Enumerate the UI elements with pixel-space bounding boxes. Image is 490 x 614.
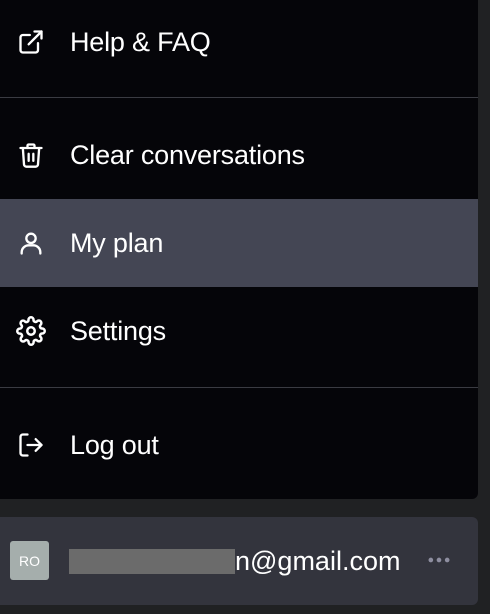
- menu-item-help-faq[interactable]: Help & FAQ: [0, 0, 478, 86]
- menu-item-label: Settings: [70, 315, 166, 346]
- more-horizontal-icon[interactable]: [424, 545, 454, 575]
- account-menu: Help & FAQ Clear conversations My plan S…: [0, 0, 478, 499]
- divider: [0, 97, 478, 98]
- menu-item-label: Clear conversations: [70, 139, 305, 170]
- email-suffix: n@gmail.com: [235, 545, 401, 576]
- menu-item-my-plan[interactable]: My plan: [0, 199, 478, 287]
- logout-icon: [16, 430, 46, 460]
- menu-item-label: Help & FAQ: [70, 26, 211, 57]
- menu-item-label: Log out: [70, 429, 159, 460]
- menu-item-log-out[interactable]: Log out: [0, 401, 478, 489]
- account-button[interactable]: RO n@gmail.com: [0, 517, 478, 605]
- menu-item-label: My plan: [70, 227, 164, 258]
- divider: [0, 387, 478, 388]
- user-icon: [16, 228, 46, 258]
- account-email: n@gmail.com: [69, 517, 400, 605]
- gear-icon: [16, 316, 46, 346]
- trash-icon: [16, 140, 46, 170]
- menu-item-clear-conversations[interactable]: Clear conversations: [0, 111, 478, 199]
- redacted-email-block: [69, 548, 235, 574]
- menu-item-settings[interactable]: Settings: [0, 287, 478, 375]
- external-link-icon: [16, 27, 46, 57]
- avatar: RO: [10, 541, 49, 580]
